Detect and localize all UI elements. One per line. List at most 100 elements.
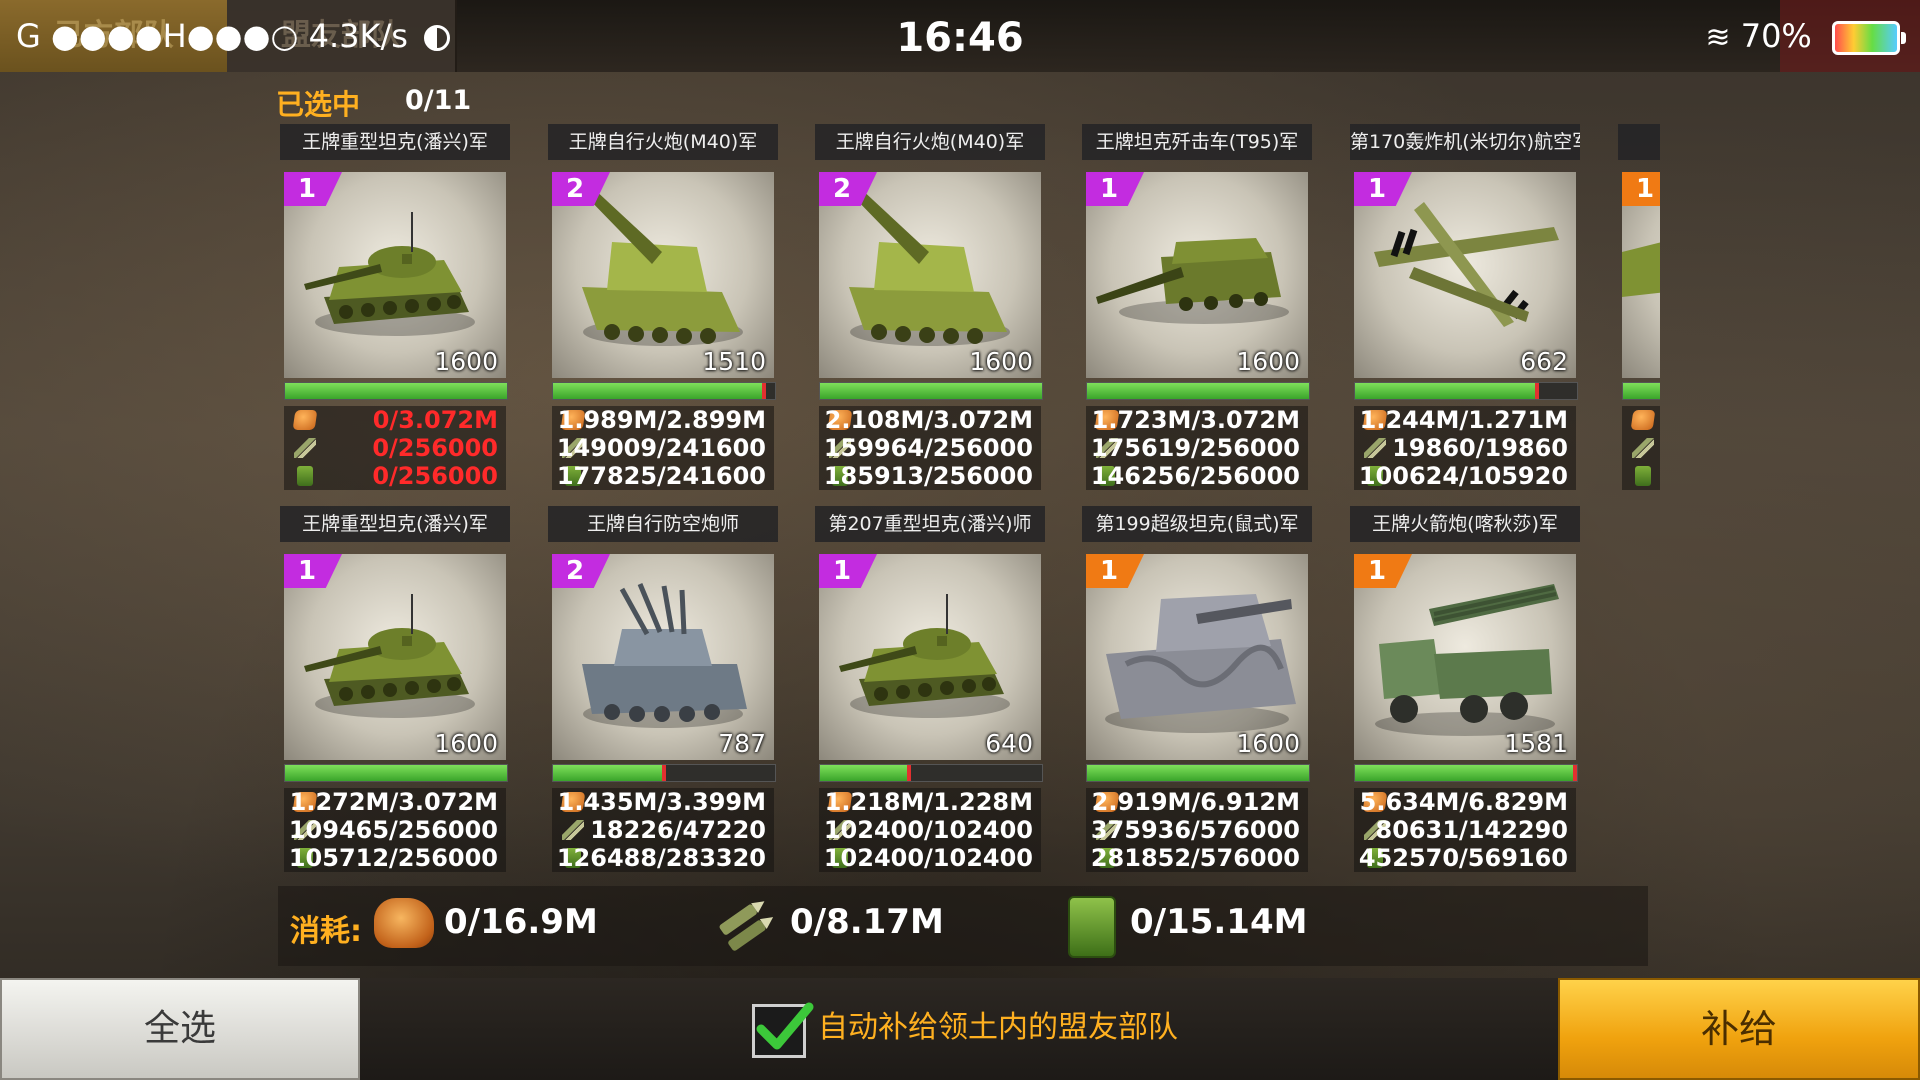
hp-bar-fill bbox=[820, 383, 1042, 399]
unit-card[interactable]: 王牌 1 bbox=[1618, 124, 1660, 492]
fuel-row: 177825/241600 bbox=[552, 462, 774, 490]
fuel-value: 105712/256000 bbox=[288, 844, 498, 872]
food-row: 1.244M/1.271M bbox=[1354, 406, 1576, 434]
unit-image: 1 1600 bbox=[1086, 172, 1308, 378]
unit-card[interactable]: 王牌自行防空炮师 2 787 1.435M/3.399M 18226/47220 1264… bbox=[548, 506, 778, 874]
food-row bbox=[1622, 406, 1660, 434]
fuel-value: 452570/569160 bbox=[1358, 844, 1568, 872]
unit-card[interactable]: 第170轰炸机(米切尔)航空军 1 662 1.244M/1.271M 19860/19… bbox=[1350, 124, 1580, 492]
bottom-bar: 全选 自动补给领土内的盟友部队 补给 bbox=[0, 978, 1920, 1080]
fuel-row: 105712/256000 bbox=[284, 844, 506, 872]
hp-bar-fill bbox=[553, 765, 664, 781]
ammo-value: 102400/102400 bbox=[823, 816, 1033, 844]
select-all-button[interactable]: 全选 bbox=[0, 978, 360, 1080]
unit-title: 第207重型坦克(潘兴)师 bbox=[815, 506, 1045, 542]
system-status: ≋ 70% bbox=[1705, 0, 1906, 72]
ammo-value: 0/256000 bbox=[372, 434, 498, 462]
unit-card[interactable]: 第199超级坦克(鼠式)军 1 1600 2.919M/6.912M 375936/57… bbox=[1082, 506, 1312, 874]
unit-image: 1 640 bbox=[819, 554, 1041, 760]
resource-box: 0/3.072M 0/256000 0/256000 bbox=[284, 406, 506, 490]
unit-card[interactable]: 王牌自行火炮(M40)军 2 1600 2.108M/3.072M 159964/256… bbox=[815, 124, 1045, 492]
ammo-row: 175619/256000 bbox=[1086, 434, 1308, 462]
food-total: 0/16.9M bbox=[444, 902, 598, 942]
food-value: 0/3.072M bbox=[372, 406, 498, 434]
unit-card[interactable]: 王牌坦克歼击车(T95)军 1 1600 1.723M/3.072M 175619/25… bbox=[1082, 124, 1312, 492]
unit-strength: 1600 bbox=[1236, 347, 1300, 376]
fuel-row: 146256/256000 bbox=[1086, 462, 1308, 490]
resource-box: 5.634M/6.829M 80631/142290 452570/569160 bbox=[1354, 788, 1576, 872]
unit-strength: 1600 bbox=[969, 347, 1033, 376]
hp-bar-damage-marker bbox=[1572, 765, 1577, 781]
food-row: 2.108M/3.072M bbox=[819, 406, 1041, 434]
hp-bar-fill bbox=[1087, 765, 1309, 781]
fuel-row: 185913/256000 bbox=[819, 462, 1041, 490]
fuel-row: 452570/569160 bbox=[1354, 844, 1576, 872]
unit-title: 王牌自行火炮(M40)军 bbox=[815, 124, 1045, 160]
hp-bar bbox=[1086, 764, 1310, 782]
food-value: 1.723M/3.072M bbox=[1091, 406, 1300, 434]
hp-bar-fill bbox=[1623, 383, 1660, 399]
fuel-jerrycan-icon bbox=[1068, 896, 1116, 958]
ammo-icon bbox=[1632, 438, 1654, 458]
food-row: 2.919M/6.912M bbox=[1086, 788, 1308, 816]
hp-bar-fill bbox=[820, 765, 909, 781]
resource-box: 1.723M/3.072M 175619/256000 146256/256000 bbox=[1086, 406, 1308, 490]
unit-title: 王牌火箭炮(喀秋莎)军 bbox=[1350, 506, 1580, 542]
unit-strength: 1600 bbox=[434, 729, 498, 758]
fuel-total: 0/15.14M bbox=[1130, 902, 1308, 942]
unit-card[interactable]: 王牌重型坦克(潘兴)军 1 1600 0/3.072M 0/256000 0/256000 bbox=[280, 124, 510, 492]
unit-strength: 1581 bbox=[1504, 729, 1568, 758]
fuel-value: 102400/102400 bbox=[823, 844, 1033, 872]
food-value: 1.244M/1.271M bbox=[1359, 406, 1568, 434]
ammo-value: 159964/256000 bbox=[823, 434, 1033, 462]
food-row: 1.218M/1.228M bbox=[819, 788, 1041, 816]
food-row: 0/3.072M bbox=[284, 406, 506, 434]
hp-bar-fill bbox=[1087, 383, 1309, 399]
hp-bar-fill bbox=[285, 383, 507, 399]
hp-bar bbox=[1622, 382, 1660, 400]
unit-strength: 1600 bbox=[1236, 729, 1300, 758]
resource-box: 2.919M/6.912M 375936/576000 281852/576000 bbox=[1086, 788, 1308, 872]
hp-bar bbox=[819, 382, 1043, 400]
fuel-value: 100624/105920 bbox=[1358, 462, 1568, 490]
hp-bar-damage-marker bbox=[1535, 383, 1540, 399]
hp-bar-damage-marker bbox=[906, 765, 911, 781]
ammo-total: 0/8.17M bbox=[790, 902, 944, 942]
unit-image: 1 1600 bbox=[1086, 554, 1308, 760]
ammo-row: 375936/576000 bbox=[1086, 816, 1308, 844]
unit-card[interactable]: 第207重型坦克(潘兴)师 1 640 1.218M/1.228M 102400/102… bbox=[815, 506, 1045, 874]
unit-card[interactable]: 王牌重型坦克(潘兴)军 1 1600 1.272M/3.072M 109465/2560… bbox=[280, 506, 510, 874]
hp-bar-damage-marker bbox=[662, 765, 666, 781]
hp-bar-fill bbox=[1355, 765, 1575, 781]
food-row: 1.989M/2.899M bbox=[552, 406, 774, 434]
resource-box: 1.218M/1.228M 102400/102400 102400/102400 bbox=[819, 788, 1041, 872]
unit-card[interactable]: 王牌自行火炮(M40)军 2 1510 1.989M/2.899M 149009/241… bbox=[548, 124, 778, 492]
hp-bar-fill bbox=[1355, 383, 1538, 399]
unit-image: 1 1600 bbox=[284, 172, 506, 378]
fuel-row: 100624/105920 bbox=[1354, 462, 1576, 490]
fuel-value: 177825/241600 bbox=[556, 462, 766, 490]
hp-bar bbox=[552, 382, 776, 400]
unit-title: 王牌 bbox=[1618, 124, 1660, 160]
hp-bar-fill bbox=[553, 383, 764, 399]
supply-button[interactable]: 补给 bbox=[1558, 978, 1920, 1080]
level-badge: 1 bbox=[1622, 172, 1660, 206]
ammo-row: 149009/241600 bbox=[552, 434, 774, 462]
fuel-icon bbox=[297, 466, 313, 486]
ammo-row: 0/256000 bbox=[284, 434, 506, 462]
ammo-shells-icon bbox=[719, 901, 774, 951]
ammo-value: 175619/256000 bbox=[1090, 434, 1300, 462]
ammo-value: 149009/241600 bbox=[556, 434, 766, 462]
food-value: 2.919M/6.912M bbox=[1091, 788, 1300, 816]
ammo-icon bbox=[294, 438, 316, 458]
unit-image: 2 1600 bbox=[819, 172, 1041, 378]
unit-strength: 787 bbox=[718, 729, 766, 758]
fuel-value: 0/256000 bbox=[372, 462, 498, 490]
hp-bar bbox=[284, 764, 508, 782]
food-value: 1.218M/1.228M bbox=[824, 788, 1033, 816]
consumption-label: 消耗: bbox=[290, 914, 362, 949]
fuel-value: 185913/256000 bbox=[823, 462, 1033, 490]
wifi-icon: ≋ bbox=[1705, 20, 1731, 55]
unit-card[interactable]: 王牌火箭炮(喀秋莎)军 1 1581 5.634M/6.829M 80631/14229… bbox=[1350, 506, 1580, 874]
auto-supply-checkbox[interactable] bbox=[752, 1002, 814, 1058]
